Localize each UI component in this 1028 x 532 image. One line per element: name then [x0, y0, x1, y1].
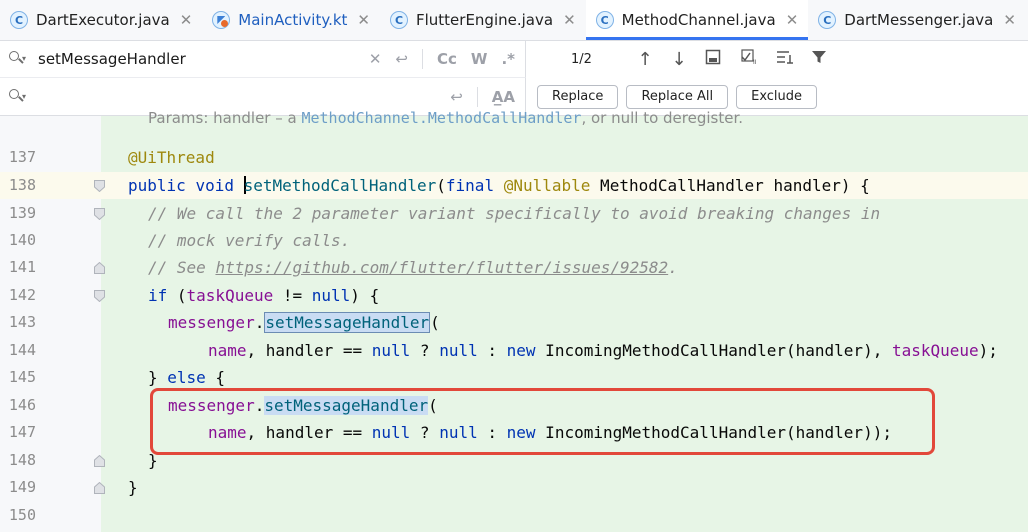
code-line-137: 137 @UiThread	[0, 144, 1028, 171]
code-comment: // See https://github.com/flutter/flutte…	[148, 258, 678, 277]
line-number: 149	[8, 478, 36, 496]
code-line-149: 149 }	[0, 474, 1028, 501]
search-input[interactable]: setMessageHandler	[38, 50, 358, 68]
tab-label: DartExecutor.java	[36, 11, 170, 29]
line-number: 139	[8, 204, 36, 222]
line-number: 142	[8, 286, 36, 304]
tab-dartexecutor[interactable]: C DartExecutor.java ✕	[0, 0, 202, 40]
fold-icon[interactable]	[94, 455, 105, 467]
select-all-occurrences-icon[interactable]	[703, 49, 723, 70]
close-icon[interactable]: ✕	[357, 11, 370, 29]
search-row: ▾ setMessageHandler ✕ ↩ Cc W .*	[0, 41, 526, 78]
code-editor[interactable]: Params: handler – a MethodChannel.Method…	[0, 109, 1028, 532]
code-line-150: 150	[0, 502, 1028, 529]
code-text: public void setMethodCallHandler(final @…	[128, 176, 870, 195]
line-number: 144	[8, 341, 36, 359]
divider	[422, 49, 423, 69]
code-line-141: 141 // See https://github.com/flutter/fl…	[0, 254, 1028, 281]
line-number: 141	[8, 258, 36, 276]
line-number: 145	[8, 368, 36, 386]
editor-tab-bar: C DartExecutor.java ✕ MainActivity.kt ✕ …	[0, 0, 1028, 41]
match-case-toggle[interactable]: Cc	[437, 50, 457, 68]
javadoc-text: Params: handler – a MethodChannel.Method…	[148, 109, 744, 127]
code-line-doc: Params: handler – a MethodChannel.Method…	[0, 105, 1028, 132]
regex-toggle[interactable]: .*	[501, 50, 515, 68]
new-line-icon[interactable]: ↩	[395, 50, 408, 68]
tab-label: FlutterEngine.java	[415, 11, 554, 29]
code-text: if (taskQueue != null) {	[148, 286, 380, 305]
line-number: 143	[8, 313, 36, 331]
filter-icon[interactable]	[809, 49, 829, 70]
java-class-icon: C	[595, 11, 614, 29]
line-number: 140	[8, 231, 36, 249]
preserve-case-toggle[interactable]: A̲A	[492, 88, 515, 106]
javadoc-link[interactable]: MethodChannel.MethodCallHandler	[301, 109, 581, 127]
comment-url-link[interactable]: https://github.com/flutter/flutter/issue…	[215, 258, 668, 277]
line-number: 147	[8, 423, 36, 441]
line-number: 148	[8, 451, 36, 469]
code-text: name, handler == null ? null : new Incom…	[208, 341, 998, 360]
code-line-142: 142 if (taskQueue != null) {	[0, 282, 1028, 309]
open-in-window-icon[interactable]: II	[741, 49, 761, 70]
tab-methodchannel[interactable]: C MethodChannel.java ✕	[585, 0, 809, 40]
new-line-icon[interactable]: ↩	[450, 88, 463, 106]
line-number: 138	[8, 176, 36, 194]
close-icon[interactable]: ✕	[786, 11, 799, 29]
fold-icon[interactable]	[94, 482, 105, 494]
fold-icon[interactable]	[94, 180, 105, 192]
filter-lines-icon[interactable]	[775, 49, 795, 70]
next-occurrence-icon[interactable]: ↓	[669, 49, 689, 70]
tab-mainactivity[interactable]: MainActivity.kt ✕	[202, 0, 380, 40]
code-comment: // We call the 2 parameter variant speci…	[148, 204, 881, 223]
tab-label: DartMessenger.java	[844, 11, 994, 29]
line-number: 137	[8, 148, 36, 166]
tab-label: MainActivity.kt	[238, 11, 348, 29]
tab-dartmessenger[interactable]: C DartMessenger.java ✕	[808, 0, 1026, 40]
close-icon[interactable]: ✕	[1003, 11, 1016, 29]
code-line-145: 145 } else {	[0, 364, 1028, 391]
code-text: messenger.setMessageHandler(	[168, 312, 440, 333]
fold-icon[interactable]	[94, 208, 105, 220]
tab-flutterengine[interactable]: C FlutterEngine.java ✕	[380, 0, 586, 40]
fold-icon[interactable]	[94, 290, 105, 302]
search-history-icon[interactable]: ▾	[8, 49, 28, 69]
code-comment: // mock verify calls.	[148, 231, 351, 250]
search-controls: 1/2 ↑ ↓ II	[527, 41, 1028, 78]
code-text: }	[128, 478, 138, 497]
close-icon[interactable]: ✕	[180, 11, 193, 29]
svg-text:II: II	[753, 59, 757, 65]
code-text: @UiThread	[128, 148, 215, 167]
code-line-139: 139 // We call the 2 parameter variant s…	[0, 200, 1028, 227]
clear-icon[interactable]: ✕	[369, 50, 382, 68]
line-number: 146	[8, 396, 36, 414]
replace-history-icon[interactable]: ▾	[8, 87, 28, 107]
annotation-highlight-box	[150, 388, 935, 455]
code-text: } else {	[148, 368, 226, 387]
previous-occurrence-icon[interactable]: ↑	[635, 49, 655, 70]
java-class-icon: C	[10, 11, 28, 29]
close-icon[interactable]: ✕	[563, 11, 576, 29]
search-match-current: setMessageHandler	[264, 312, 431, 333]
fold-icon[interactable]	[94, 262, 105, 274]
divider	[476, 86, 478, 107]
code-line-140: 140 // mock verify calls.	[0, 227, 1028, 254]
line-number: 150	[8, 506, 36, 524]
code-line-144: 144 name, handler == null ? null : new I…	[0, 337, 1028, 364]
whole-word-toggle[interactable]: W	[471, 50, 488, 68]
tab-label: MethodChannel.java	[621, 11, 776, 29]
match-count: 1/2	[571, 52, 592, 67]
code-line-143: 143 messenger.setMessageHandler(	[0, 309, 1028, 336]
code-line-138: 138 public void setMethodCallHandler(fin…	[0, 172, 1028, 199]
java-class-icon: C	[389, 11, 408, 29]
kotlin-file-icon	[212, 11, 231, 29]
java-class-icon: C	[818, 11, 837, 29]
